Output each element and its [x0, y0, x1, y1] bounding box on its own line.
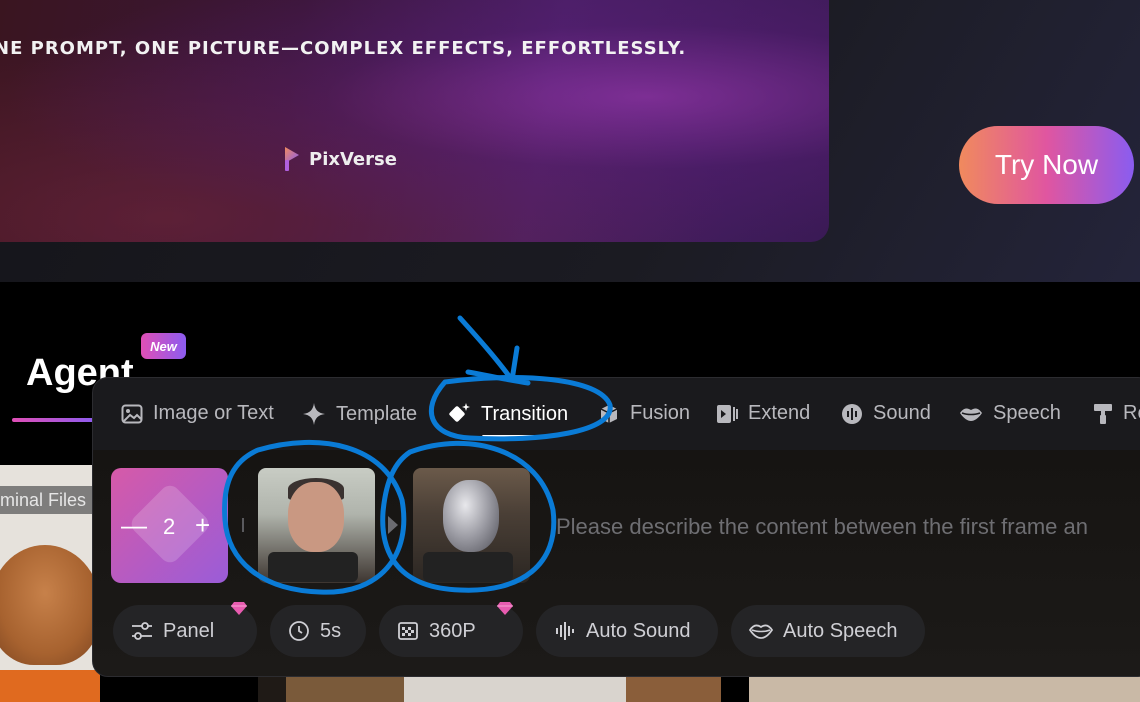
tab-label: Speech [993, 402, 1061, 424]
kangaroo-shirt [0, 670, 100, 702]
mode-tab-bar: Image or Text Template Transition Fusion… [93, 378, 1140, 451]
brand-name: PixVerse [309, 148, 397, 170]
auto-sound-label: Auto Sound [586, 619, 691, 642]
first-frame-thumbnail[interactable] [258, 468, 375, 583]
lips-icon [749, 624, 773, 639]
diamond-sparkle-icon [449, 403, 470, 422]
gallery-card-thumb[interactable] [749, 676, 1140, 702]
gallery-card-edge [258, 676, 286, 702]
active-tab-underline [482, 435, 542, 438]
auto-speech-button[interactable]: Auto Speech [731, 605, 925, 657]
gallery-card-tag: minal Files [0, 486, 100, 514]
tab-label: Re [1123, 402, 1140, 424]
tab-extend[interactable]: Extend [716, 402, 810, 425]
tab-label: Extend [748, 402, 811, 424]
tab-label: Template [336, 402, 418, 425]
resolution-label: 360P [429, 619, 476, 642]
prompt-input[interactable]: Please describe the content between the … [556, 514, 1088, 540]
sliders-icon [132, 622, 152, 640]
tab-image-or-text[interactable]: Image or Text [121, 402, 274, 425]
tab-template[interactable]: Template [302, 402, 417, 426]
tab-label: Sound [873, 402, 931, 424]
resolution-icon [398, 622, 418, 640]
frame-count-stepper: — 2 + [111, 468, 228, 583]
waveform-icon [842, 403, 862, 424]
tab-transition[interactable]: Transition [447, 402, 568, 426]
auto-speech-label: Auto Speech [783, 619, 898, 642]
paint-roller-icon [1094, 403, 1112, 424]
banner-headline: NE PROMPT, ONE PICTURE—COMPLEX EFFECTS, … [0, 38, 687, 59]
tab-label: Image or Text [153, 402, 274, 424]
frame-count-value: 2 [163, 514, 176, 539]
tab-label: Transition [481, 402, 569, 425]
promo-banner[interactable]: NE PROMPT, ONE PICTURE—COMPLEX EFFECTS, … [0, 0, 829, 242]
gallery-card-thumb[interactable] [626, 676, 721, 702]
premium-gem-icon [497, 602, 513, 615]
person-face [288, 482, 344, 552]
try-now-button[interactable]: Try Now [959, 126, 1134, 204]
new-badge: New [141, 333, 186, 359]
generation-panel: Image or Text Template Transition Fusion… [92, 377, 1140, 677]
decrement-button[interactable]: — [121, 510, 147, 541]
extend-icon [717, 404, 738, 423]
tab-label: Fusion [630, 402, 691, 424]
microphone [268, 552, 358, 582]
panel-body: — 2 + Please describe the content betwee… [93, 450, 1140, 676]
waveform-icon [556, 622, 574, 640]
tab-fusion[interactable]: Fusion [598, 402, 690, 425]
top-section: NE PROMPT, ONE PICTURE—COMPLEX EFFECTS, … [0, 0, 1140, 282]
pixverse-logo-icon [285, 147, 299, 171]
lips-icon [960, 407, 982, 421]
panel-label: Panel [163, 619, 215, 642]
frame-arrow-icon [388, 516, 398, 534]
last-frame-thumbnail[interactable] [413, 468, 530, 583]
brand-logo: PixVerse [283, 146, 397, 172]
robot-face [443, 480, 499, 552]
tab-speech[interactable]: Speech [959, 402, 1061, 425]
divider [242, 518, 244, 532]
premium-gem-icon [231, 602, 247, 615]
kangaroo-image [0, 545, 100, 665]
duration-label: 5s [320, 619, 342, 642]
resolution-button[interactable]: 360P [379, 602, 523, 657]
gallery-card-thumb[interactable] [404, 676, 626, 702]
panel-button[interactable]: Panel [113, 602, 257, 657]
agent-tab-underline [12, 418, 96, 422]
auto-sound-button[interactable]: Auto Sound [536, 605, 718, 657]
tab-restyle[interactable]: Re [1093, 402, 1140, 425]
increment-button[interactable]: + [195, 510, 210, 541]
image-icon [121, 404, 143, 423]
duration-button[interactable]: 5s [270, 605, 366, 657]
gallery-card-thumb[interactable] [286, 676, 404, 702]
cube-icon [600, 404, 618, 423]
clock-icon [289, 621, 309, 641]
sparkle-icon [303, 403, 325, 425]
microphone [423, 552, 513, 582]
tab-sound[interactable]: Sound [841, 402, 931, 425]
annotation-arrow-shaft [457, 315, 515, 383]
